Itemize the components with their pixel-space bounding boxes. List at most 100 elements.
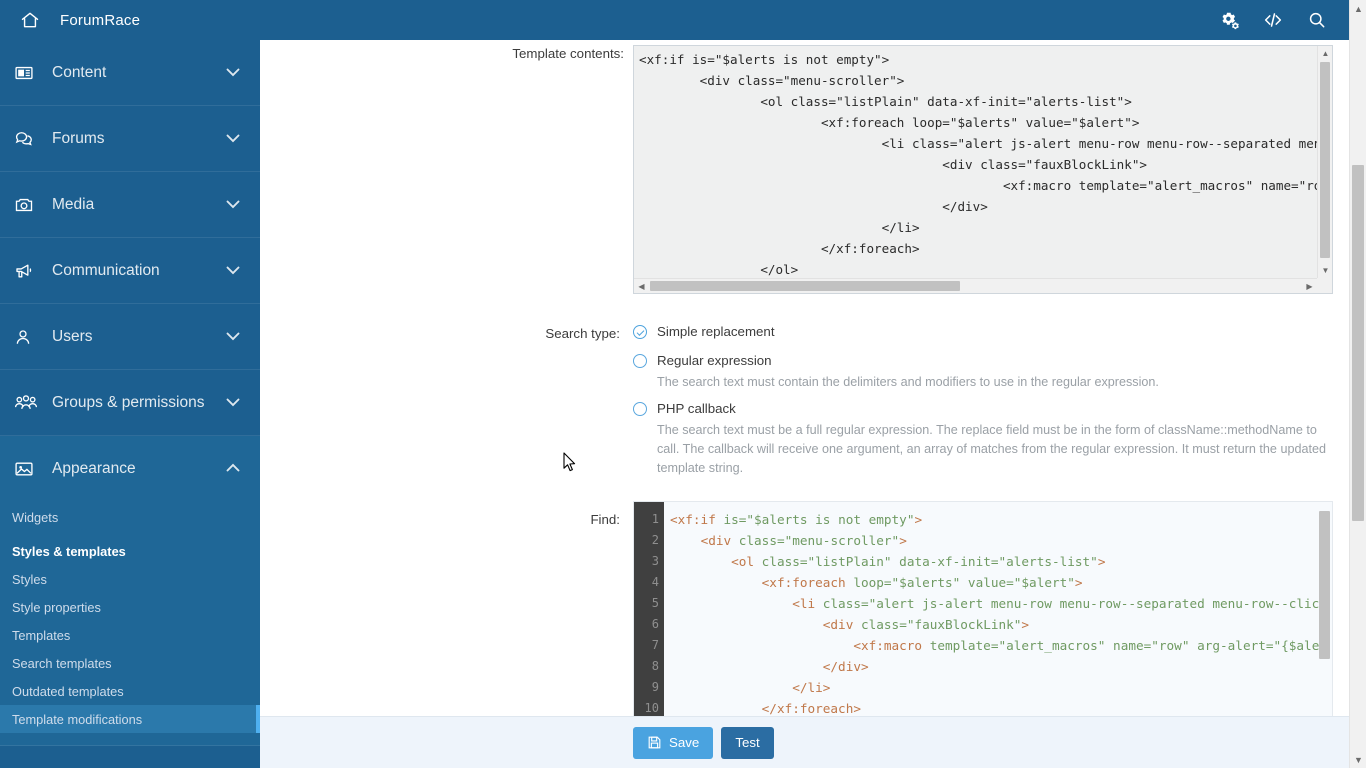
- find-code-content[interactable]: <xf:if is="$alerts is not empty"> <div c…: [670, 509, 1325, 741]
- code-token: >: [899, 533, 907, 548]
- code-token: class: [853, 617, 900, 632]
- code-token: class: [815, 596, 861, 611]
- code-token: template: [922, 638, 991, 653]
- sidebar-group-header[interactable]: Users: [0, 304, 260, 369]
- code-token: data-xf-init: [891, 554, 991, 569]
- code-token: class: [754, 554, 800, 569]
- code-icon[interactable]: [1251, 0, 1295, 40]
- code-line: </li>: [670, 677, 1325, 698]
- bullhorn-icon: [14, 261, 44, 281]
- sidebar-group-communication[interactable]: Communication: [0, 238, 260, 304]
- test-button[interactable]: Test: [721, 726, 774, 759]
- code-line: <xf:foreach loop="$alerts" value="$alert…: [670, 572, 1325, 593]
- sidebar-group-label: Appearance: [52, 459, 136, 477]
- code-token: >: [1021, 617, 1030, 632]
- sidebar-group-header[interactable]: Communication: [0, 238, 260, 303]
- radio-option-php-callback[interactable]: PHP callback The search text must be a f…: [633, 400, 1333, 478]
- code-line: <div class="fauxBlockLink">: [670, 614, 1325, 635]
- code-line: </div>: [670, 656, 1325, 677]
- top-bar-icons: [1207, 0, 1349, 40]
- sidebar-section-label: Styles & templates: [12, 543, 126, 559]
- scroll-up-arrow-icon[interactable]: ▲: [1350, 0, 1366, 17]
- sidebar-item-widgets[interactable]: Widgets: [0, 503, 260, 531]
- top-bar: ForumRace: [0, 0, 1349, 40]
- scrollbar-thumb[interactable]: [1320, 62, 1330, 258]
- sidebar: Content Forums Media Communication Users…: [0, 40, 260, 768]
- find-vertical-scrollbar[interactable]: [1318, 503, 1331, 736]
- chevron-down-icon: [226, 64, 242, 82]
- code-line: <ol class="listPlain" data-xf-init="aler…: [670, 551, 1325, 572]
- code-line: <xf:macro template="alert_macros" name="…: [670, 635, 1325, 656]
- template-contents-horizontal-scrollbar[interactable]: ◀ ▶: [634, 278, 1317, 293]
- sidebar-group-languages-phrases[interactable]: Languages & phrases: [0, 746, 260, 768]
- sidebar-group-label: Users: [52, 327, 93, 345]
- chevron-up-icon: [226, 460, 242, 478]
- scrollbar-thumb[interactable]: [1352, 165, 1364, 521]
- sidebar-group-header[interactable]: Groups & permissions: [0, 370, 260, 435]
- sidebar-group-appearance[interactable]: Appearance Widgets Styles & templates St…: [0, 436, 260, 746]
- sidebar-group-header[interactable]: Languages & phrases: [0, 746, 260, 768]
- radio-hint: The search text must be a full regular e…: [657, 423, 1326, 475]
- scrollbar-thumb[interactable]: [1319, 511, 1330, 659]
- sidebar-group-users[interactable]: Users: [0, 304, 260, 370]
- save-button[interactable]: Save: [633, 726, 714, 759]
- template-contents-text: <xf:if is="$alerts is not empty"> <div c…: [639, 52, 1321, 277]
- radio-option-regular-expression[interactable]: Regular expression The search text must …: [633, 352, 1333, 392]
- code-token: is: [715, 512, 739, 527]
- sidebar-item-label: Styles: [12, 571, 47, 587]
- sidebar-item-style-properties[interactable]: Style properties: [0, 593, 260, 621]
- chevron-down-icon: [226, 130, 242, 148]
- code-token: >: [1074, 575, 1083, 590]
- scroll-down-arrow-icon[interactable]: ▼: [1350, 751, 1366, 768]
- gears-icon[interactable]: [1207, 0, 1251, 40]
- radio-button[interactable]: [633, 354, 647, 368]
- template-contents-vertical-scrollbar[interactable]: ▲ ▼: [1317, 46, 1332, 278]
- sidebar-group-content[interactable]: Content: [0, 40, 260, 106]
- code-token: <ol: [731, 554, 755, 569]
- template-contents-label: Template contents:: [512, 46, 624, 61]
- sidebar-item-outdated-templates[interactable]: Outdated templates: [0, 677, 260, 705]
- sidebar-group-header[interactable]: Content: [0, 40, 260, 105]
- code-token: value: [960, 575, 1007, 590]
- comments-icon: [14, 129, 44, 149]
- sidebar-item-template-modifications[interactable]: Template modifications: [0, 705, 260, 733]
- sidebar-item-label: Templates: [12, 627, 71, 643]
- sidebar-group-label: Groups & permissions: [52, 393, 205, 411]
- users-icon: [14, 393, 44, 413]
- sidebar-item-label: Template modifications: [12, 711, 143, 727]
- scroll-up-arrow-icon[interactable]: ▲: [1318, 46, 1332, 61]
- code-token: <div: [822, 617, 854, 632]
- sidebar-item-templates[interactable]: Templates: [0, 621, 260, 649]
- template-contents-textarea[interactable]: <xf:if is="$alerts is not empty"> <div c…: [633, 45, 1333, 294]
- sidebar-group-header[interactable]: Appearance: [0, 436, 260, 501]
- page-scrollbar[interactable]: ▲ ▼: [1349, 0, 1366, 768]
- user-icon: [14, 327, 44, 347]
- scrollbar-thumb[interactable]: [650, 281, 960, 291]
- camera-icon: [14, 195, 44, 215]
- sidebar-group-header[interactable]: Media: [0, 172, 260, 237]
- scroll-right-arrow-icon[interactable]: ▶: [1302, 279, 1317, 293]
- sidebar-item-search-templates[interactable]: Search templates: [0, 649, 260, 677]
- radio-button[interactable]: [633, 325, 647, 339]
- sidebar-group-label: Forums: [52, 129, 105, 147]
- radio-option-simple-replacement[interactable]: Simple replacement: [633, 323, 1333, 341]
- sidebar-group-header[interactable]: Forums: [0, 106, 260, 171]
- sidebar-group-forums[interactable]: Forums: [0, 106, 260, 172]
- scroll-down-arrow-icon[interactable]: ▼: [1318, 263, 1332, 278]
- sidebar-item-styles[interactable]: Styles: [0, 565, 260, 593]
- chevron-down-icon: [226, 262, 242, 280]
- search-icon[interactable]: [1295, 0, 1339, 40]
- code-token: =: [1006, 575, 1014, 590]
- sidebar-group-groups-permissions[interactable]: Groups & permissions: [0, 370, 260, 436]
- scroll-left-arrow-icon[interactable]: ◀: [634, 279, 649, 293]
- code-token: class: [731, 533, 777, 548]
- test-button-label: Test: [735, 735, 760, 750]
- radio-hint: The search text must contain the delimit…: [657, 375, 1159, 389]
- find-label: Find:: [590, 512, 620, 527]
- radio-button[interactable]: [633, 402, 647, 416]
- home-icon[interactable]: [0, 0, 60, 40]
- code-token: </div>: [822, 659, 869, 674]
- sidebar-group-media[interactable]: Media: [0, 172, 260, 238]
- site-title[interactable]: ForumRace: [60, 12, 140, 29]
- code-token: <li: [792, 596, 816, 611]
